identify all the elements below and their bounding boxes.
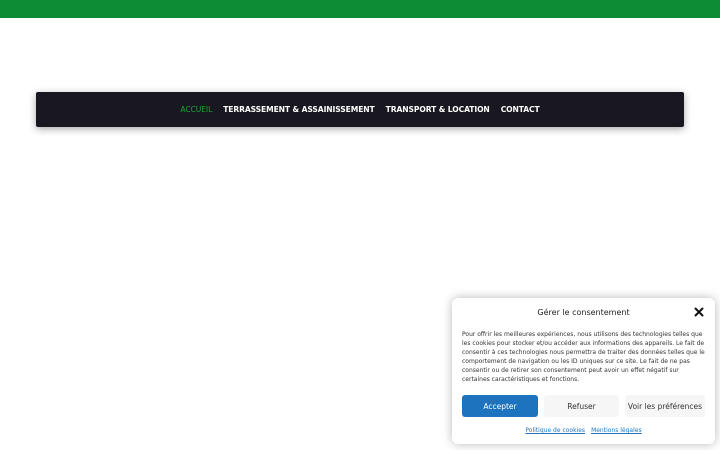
close-icon[interactable] [692,305,706,319]
nav-item-transport[interactable]: TRANSPORT & LOCATION [386,105,490,114]
consent-links: Politique de cookies Mentions légales [452,427,715,434]
nav-item-accueil[interactable]: ACCUEIL [180,105,212,114]
refuse-button[interactable]: Refuser [544,395,619,417]
top-bar [0,0,720,18]
consent-title: Gérer le consentement [537,308,630,317]
nav-item-contact[interactable]: CONTACT [501,105,540,114]
legal-notice-link[interactable]: Mentions légales [591,427,642,434]
cookie-consent-dialog: Gérer le consentement Pour offrir les me… [452,298,715,444]
preferences-button[interactable]: Voir les préférences [625,395,705,417]
consent-text: Pour offrir les meilleures expériences, … [462,331,705,383]
main-navigation: ACCUEIL TERRASSEMENT & ASSAINISSEMENT TR… [36,92,684,127]
cookie-policy-link[interactable]: Politique de cookies [525,427,585,434]
accept-button[interactable]: Accepter [462,395,538,417]
nav-item-terrassement[interactable]: TERRASSEMENT & ASSAINISSEMENT [223,105,375,114]
